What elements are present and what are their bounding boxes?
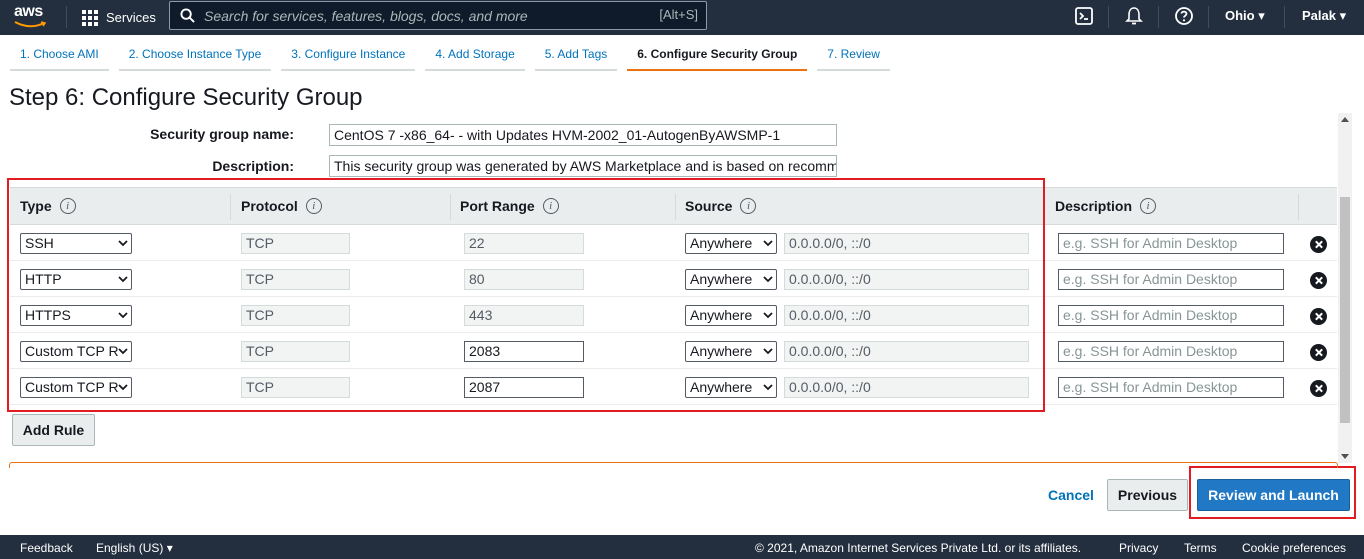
info-icon[interactable]: i [1140, 198, 1157, 214]
previous-button[interactable]: Previous [1107, 479, 1188, 511]
sg-name-input[interactable]: CentOS 7 -x86_64- - with Updates HVM-200… [329, 124, 837, 146]
services-grid-icon [82, 9, 98, 26]
search-input[interactable] [204, 5, 644, 26]
step-choose-instance-type[interactable]: 2. Choose Instance Type [118, 44, 272, 71]
help-icon[interactable] [1174, 6, 1194, 26]
terms-link[interactable]: Terms [1184, 541, 1217, 555]
warning-panel-edge [9, 462, 1338, 468]
services-label: Services [106, 10, 156, 25]
nav-divider [1284, 6, 1285, 28]
column-divider [1298, 194, 1299, 220]
sg-description-label: Description: [212, 158, 294, 174]
cookie-preferences-link[interactable]: Cookie preferences [1242, 541, 1346, 555]
header-description-label: Description [1055, 198, 1133, 214]
notifications-bell-icon[interactable] [1124, 6, 1144, 26]
rule-description-input[interactable]: e.g. SSH for Admin Desktop [1058, 305, 1284, 326]
search-box[interactable]: [Alt+S] [169, 1, 707, 30]
copyright-text: © 2021, Amazon Internet Services Private… [755, 541, 1082, 555]
cancel-button[interactable]: Cancel [1040, 479, 1102, 511]
sg-description-input[interactable]: This security group was generated by AWS… [329, 155, 837, 177]
delete-rule-icon[interactable] [1310, 236, 1327, 253]
step-choose-ami[interactable]: 1. Choose AMI [10, 44, 109, 71]
review-and-launch-button[interactable]: Review and Launch [1197, 479, 1350, 511]
step-configure-security-group[interactable]: 6. Configure Security Group [627, 44, 808, 71]
nav-divider [1158, 6, 1159, 28]
nav-divider [1108, 6, 1109, 28]
wizard-steps: 1. Choose AMI 2. Choose Instance Type 3.… [10, 44, 900, 72]
privacy-link[interactable]: Privacy [1119, 541, 1158, 555]
delete-rule-icon[interactable] [1310, 308, 1327, 325]
rules-highlight-box [7, 178, 1045, 412]
scroll-up-icon[interactable] [1341, 117, 1349, 122]
nav-divider [1208, 6, 1209, 28]
step-review[interactable]: 7. Review [817, 44, 890, 71]
scroll-thumb[interactable] [1340, 197, 1350, 423]
page-title: Step 6: Configure Security Group [9, 84, 363, 111]
aws-logo-text: aws [14, 3, 43, 20]
nav-divider [66, 6, 67, 28]
step-add-tags[interactable]: 5. Add Tags [534, 44, 618, 71]
footer-bar: Feedback English (US) ▾ © 2021, Amazon I… [0, 535, 1364, 559]
aws-logo[interactable]: aws [14, 3, 54, 31]
scrollbar[interactable] [1338, 113, 1352, 463]
sg-name-label: Security group name: [150, 126, 294, 142]
search-shortcut-hint: [Alt+S] [659, 7, 698, 22]
aws-smile-icon [14, 21, 47, 28]
header-description: Description i [1055, 198, 1157, 214]
user-menu[interactable]: Palak ▾ [1302, 8, 1346, 24]
search-icon [180, 8, 195, 23]
step-configure-instance[interactable]: 3. Configure Instance [281, 44, 416, 71]
step-add-storage[interactable]: 4. Add Storage [425, 44, 525, 71]
cloudshell-icon[interactable] [1074, 6, 1094, 26]
delete-rule-icon[interactable] [1310, 380, 1327, 397]
top-nav-bar: aws Services [Alt+S] Ohio ▾ Palak ▾ [0, 0, 1364, 35]
delete-rule-icon[interactable] [1310, 344, 1327, 361]
region-selector[interactable]: Ohio ▾ [1225, 8, 1265, 24]
rule-description-input[interactable]: e.g. SSH for Admin Desktop [1058, 269, 1284, 290]
rule-description-input[interactable]: e.g. SSH for Admin Desktop [1058, 341, 1284, 362]
rule-description-input[interactable]: e.g. SSH for Admin Desktop [1058, 377, 1284, 398]
feedback-link[interactable]: Feedback [20, 541, 73, 555]
services-menu-button[interactable]: Services [82, 0, 156, 35]
add-rule-button[interactable]: Add Rule [12, 414, 95, 446]
scroll-down-icon[interactable] [1341, 454, 1349, 459]
rule-description-input[interactable]: e.g. SSH for Admin Desktop [1058, 233, 1284, 254]
language-selector[interactable]: English (US) ▾ [96, 541, 173, 555]
delete-rule-icon[interactable] [1310, 272, 1327, 289]
